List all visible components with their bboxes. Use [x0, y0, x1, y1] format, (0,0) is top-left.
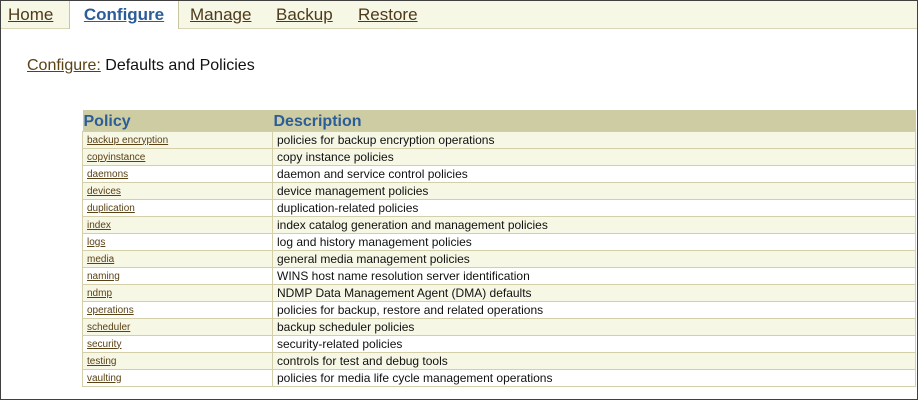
policy-description: duplication-related policies [272, 199, 916, 217]
table-header-row: Policy Description [82, 110, 916, 132]
table-row: operations policies for backup, restore … [82, 301, 916, 319]
table-row: security security-related policies [82, 335, 916, 353]
table-row: vaulting policies for media life cycle m… [82, 369, 916, 387]
policy-description: index catalog generation and management … [272, 216, 916, 234]
table-row: duplication duplication-related policies [82, 199, 916, 217]
policy-link-logs[interactable]: logs [82, 233, 273, 251]
policy-link-naming[interactable]: naming [82, 267, 273, 285]
policy-link-media[interactable]: media [82, 250, 273, 268]
policy-description: policies for backup encryption operation… [272, 131, 916, 149]
policy-description: security-related policies [272, 335, 916, 353]
table-row: backup encryption policies for backup en… [82, 131, 916, 149]
tab-configure[interactable]: Configure [69, 1, 179, 29]
table-row: copyinstance copy instance policies [82, 148, 916, 166]
policy-link-operations[interactable]: operations [82, 301, 273, 319]
tab-home[interactable]: Home [8, 1, 53, 28]
policy-link-duplication[interactable]: duplication [82, 199, 273, 217]
table-row: naming WINS host name resolution server … [82, 267, 916, 285]
policy-description: backup scheduler policies [272, 318, 916, 336]
column-header-description: Description [272, 110, 916, 132]
policy-description: NDMP Data Management Agent (DMA) default… [272, 284, 916, 302]
policy-link-scheduler[interactable]: scheduler [82, 318, 273, 336]
policy-link-index[interactable]: index [82, 216, 273, 234]
policy-description: policies for backup, restore and related… [272, 301, 916, 319]
table-row: testing controls for test and debug tool… [82, 352, 916, 370]
tab-manage[interactable]: Manage [190, 1, 251, 28]
policy-link-security[interactable]: security [82, 335, 273, 353]
tab-restore[interactable]: Restore [358, 1, 418, 28]
policy-description: general media management policies [272, 250, 916, 268]
policy-link-ndmp[interactable]: ndmp [82, 284, 273, 302]
policy-description: log and history management policies [272, 233, 916, 251]
tab-backup[interactable]: Backup [276, 1, 333, 28]
column-header-policy: Policy [82, 110, 273, 132]
policy-table: Policy Description backup encryption pol… [82, 110, 916, 387]
policy-description: daemon and service control policies [272, 165, 916, 183]
page-title: Defaults and Policies [105, 57, 255, 74]
policy-link-copyinstance[interactable]: copyinstance [82, 148, 273, 166]
policy-description: controls for test and debug tools [272, 352, 916, 370]
policy-link-devices[interactable]: devices [82, 182, 273, 200]
policy-description: WINS host name resolution server identif… [272, 267, 916, 285]
policy-link-daemons[interactable]: daemons [82, 165, 273, 183]
policy-link-vaulting[interactable]: vaulting [82, 369, 273, 387]
policy-description: device management policies [272, 182, 916, 200]
policy-description: copy instance policies [272, 148, 916, 166]
page-heading: Configure: Defaults and Policies [27, 57, 255, 75]
table-row: ndmp NDMP Data Management Agent (DMA) de… [82, 284, 916, 302]
policy-link-testing[interactable]: testing [82, 352, 273, 370]
table-row: devices device management policies [82, 182, 916, 200]
app-window: Home Configure Manage Backup Restore Con… [0, 0, 918, 400]
policy-description: policies for media life cycle management… [272, 369, 916, 387]
breadcrumb-configure-link[interactable]: Configure: [27, 57, 101, 74]
tab-bar: Home Configure Manage Backup Restore [1, 1, 917, 29]
table-row: logs log and history management policies [82, 233, 916, 251]
table-row: media general media management policies [82, 250, 916, 268]
table-row: scheduler backup scheduler policies [82, 318, 916, 336]
table-row: daemons daemon and service control polic… [82, 165, 916, 183]
table-row: index index catalog generation and manag… [82, 216, 916, 234]
policy-link-backup-encryption[interactable]: backup encryption [82, 131, 273, 149]
